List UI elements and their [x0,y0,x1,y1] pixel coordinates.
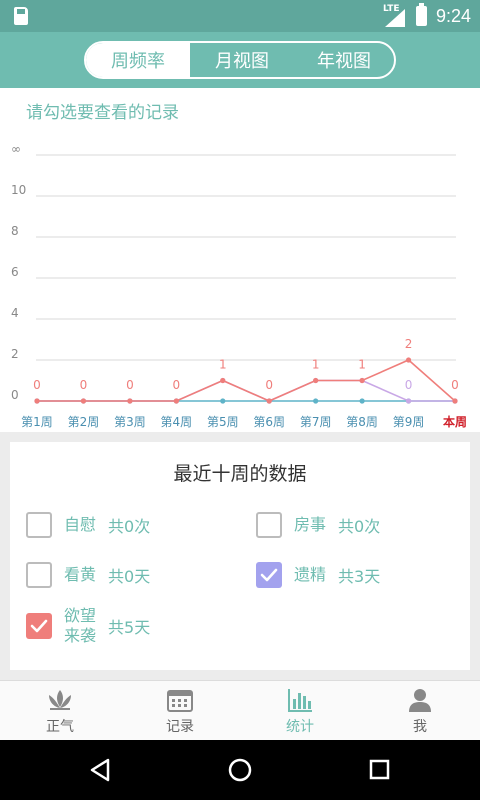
checkbox-emission[interactable] [256,562,282,588]
checkbox-desire[interactable] [26,613,52,639]
y-tick-label: 8 [11,224,19,238]
record-count: 共0次 [108,517,151,536]
x-tick-label: 第8周 [346,415,378,429]
y-tick-label: 4 [11,306,19,320]
record-count: 共0天 [108,567,151,586]
data-point [359,377,365,384]
sd-card-icon [14,7,28,25]
y-tick-label: 2 [11,347,19,361]
data-point [359,398,365,404]
record-label: 自慰 [64,515,97,534]
record-count: 共5天 [108,618,151,637]
nav-item-me[interactable]: 我 [360,681,480,740]
data-label: 0 [173,378,181,392]
checkmark-icon [260,568,278,582]
nav-item-records[interactable]: 记录 [120,681,240,740]
tab-year-view[interactable]: 年视图 [294,43,394,77]
data-label: 2 [405,337,413,351]
recents-button[interactable] [369,759,390,780]
recent-data-card: 最近十周的数据 自慰 共0次 房事 共0次 看黄 共0天 遗精 共3天 欲望 来… [10,442,470,670]
nav-item-stats[interactable]: 统计 [240,681,360,740]
data-label: 0 [126,378,134,392]
data-point [220,377,226,384]
x-tick-label: 第3周 [114,415,146,429]
x-tick-label: 第2周 [68,415,100,429]
record-item-emission[interactable]: 遗精 共3天 [256,562,380,588]
data-point [127,398,133,404]
x-tick-label: 本周 [443,414,467,429]
app-header: 周频率 月视图 年视图 [0,32,480,88]
battery-icon [416,3,427,26]
data-point [452,398,458,404]
home-button[interactable] [228,758,252,782]
calendar-icon [167,690,193,712]
data-point [34,398,40,404]
back-button[interactable] [90,758,110,782]
y-tick-label: 0 [11,388,19,402]
y-tick-label: 10 [11,183,26,197]
bottom-nav: 正气 记录 统计 我 [0,680,480,740]
system-nav-bar [0,740,480,800]
weekly-line-chart: 0246810∞第1周 第2周 第3周 第4周 第5周 第6周 第7周 第8周 第9周 本周00 0… [11,142,467,429]
data-label: 1 [219,358,227,372]
data-point [266,398,272,404]
nav-label: 正气 [46,719,74,735]
data-point [220,398,226,404]
data-label: 0 [265,378,273,392]
nav-label: 我 [413,719,427,735]
y-tick-label: 6 [11,265,19,279]
data-label: 1 [312,358,320,372]
data-point [405,357,412,363]
view-segmented-control: 周频率 月视图 年视图 [84,41,396,79]
record-count: 共0次 [338,517,381,536]
record-label: 欲望 来袭 [64,606,97,645]
x-tick-label: 第1周 [21,415,53,429]
data-label: 0 [33,378,41,392]
x-tick-label: 第7周 [300,415,332,429]
checkbox-masturbation[interactable] [26,512,52,538]
record-label: 遗精 [294,565,327,584]
record-item-masturbation[interactable]: 自慰 共0次 [26,512,150,538]
data-label: 0 [405,378,413,392]
checkmark-icon [30,619,48,633]
signal-icon [385,9,405,27]
nav-label: 统计 [286,719,314,735]
record-item-desire[interactable]: 欲望 来袭 共5天 [26,606,150,646]
y-tick-label: ∞ [11,142,21,156]
record-label: 房事 [294,515,327,534]
data-label: 0 [80,378,88,392]
record-item-intercourse[interactable]: 房事 共0次 [256,512,380,538]
data-point [173,398,179,404]
data-label: 1 [358,358,366,372]
series-line-2 [37,359,456,402]
data-point [313,377,319,384]
data-point [313,398,319,404]
record-count: 共3天 [338,567,381,586]
record-item-porn[interactable]: 看黄 共0天 [26,562,150,588]
bar-chart-icon [288,689,312,712]
data-point [80,398,87,404]
person-icon [409,689,431,712]
checkbox-intercourse[interactable] [256,512,282,538]
x-tick-label: 第4周 [161,415,193,429]
checkbox-porn[interactable] [26,562,52,588]
tab-weekly-frequency[interactable]: 周频率 [86,43,190,77]
chart-card: 请勾选要查看的记录 0 2 4 6 8 10 ∞ 第1周 第2周 第3周 第4周 第5周 第6周 第7周第… [0,88,480,432]
data-card-title: 最近十周的数据 [173,463,307,485]
x-tick-label: 第9周 [393,415,425,429]
record-label: 看黄 [64,565,97,584]
x-tick-label: 第6周 [253,415,285,429]
tab-month-view[interactable]: 月视图 [190,43,294,77]
nav-item-zhengqi[interactable]: 正气 [0,681,120,740]
data-point [405,398,412,404]
data-label: 0 [451,378,459,392]
clock: 9:24 [436,6,472,26]
nav-label: 记录 [166,719,194,735]
x-tick-label: 第5周 [207,415,239,429]
status-bar: LTE 9:24 [0,0,480,32]
lotus-icon [49,690,71,710]
